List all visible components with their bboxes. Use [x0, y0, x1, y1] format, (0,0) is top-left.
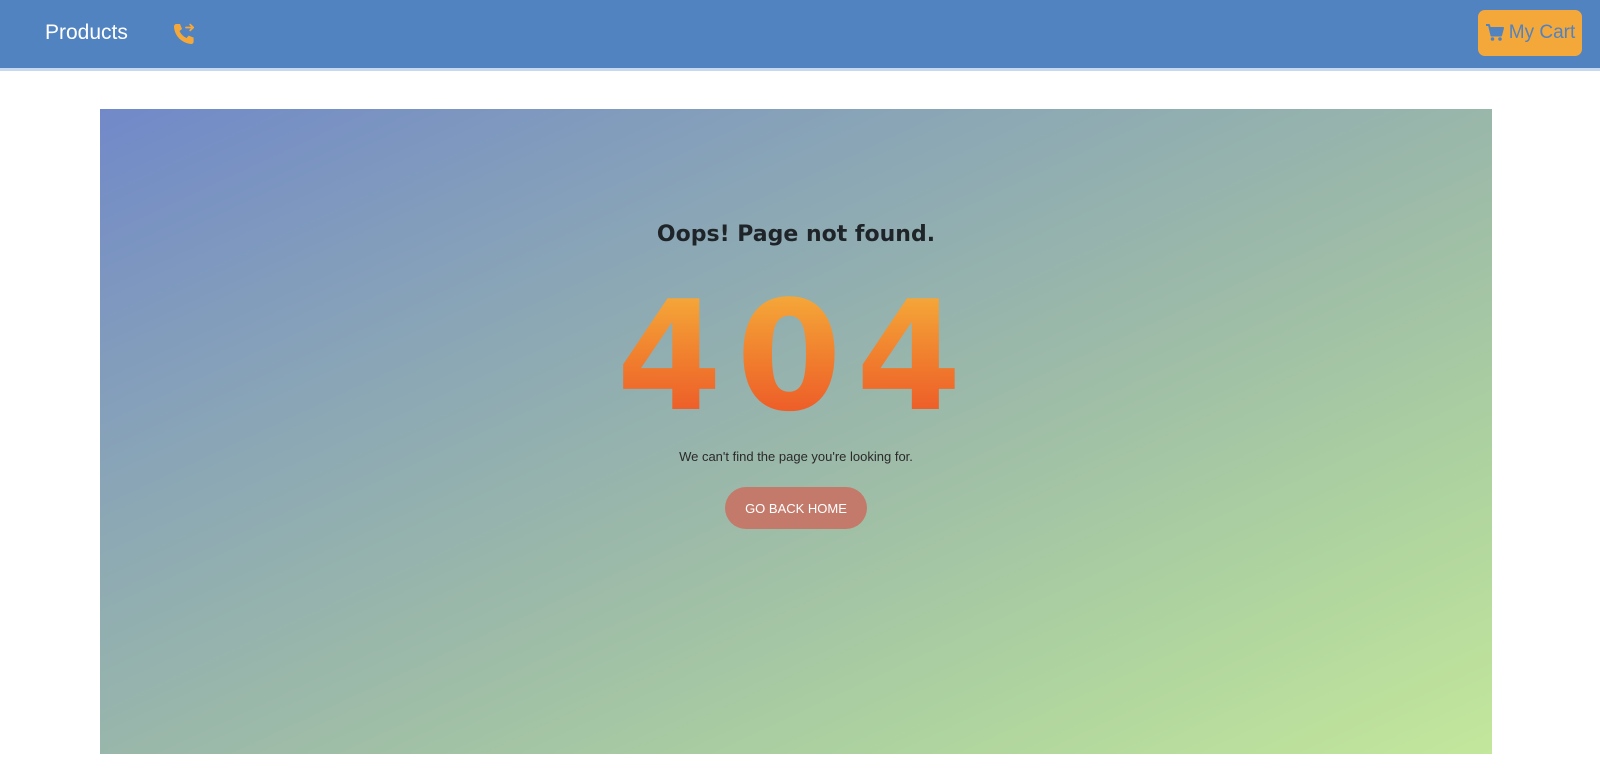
shopping-cart-icon [1485, 23, 1505, 43]
phone-forward-icon[interactable] [171, 21, 197, 47]
error-code: 404 [100, 273, 1492, 440]
cart-label: My Cart [1508, 22, 1576, 43]
brand-link[interactable]: Products [45, 21, 128, 45]
go-back-home-button[interactable]: GO BACK HOME [725, 487, 867, 529]
my-cart-button[interactable]: My Cart [1478, 10, 1582, 56]
error-message: We can't find the page you're looking fo… [679, 449, 913, 464]
error-hero: Oops! Page not found. 404 We can't find … [100, 109, 1492, 754]
error-heading: Oops! Page not found. [656, 222, 936, 247]
navbar: Products My Cart [0, 0, 1600, 71]
